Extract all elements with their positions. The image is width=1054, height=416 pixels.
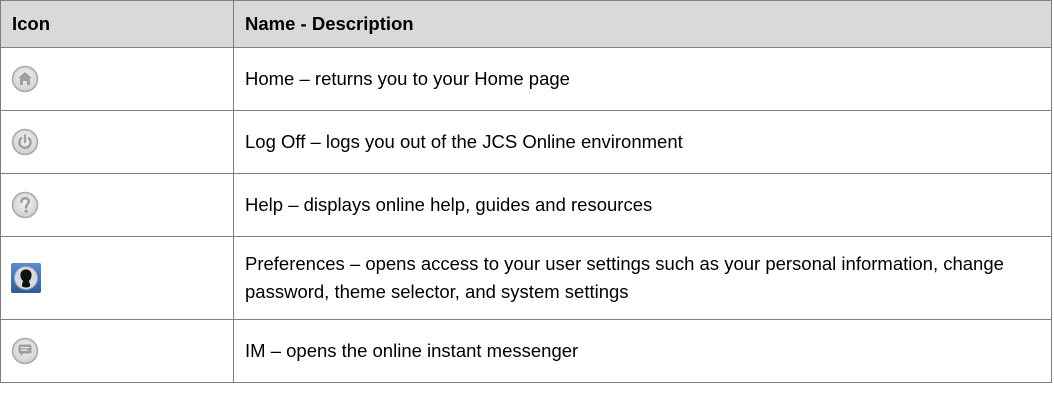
- icon-cell: [0, 173, 234, 237]
- help-icon: [11, 191, 39, 219]
- power-icon: [11, 128, 39, 156]
- icon-cell: [0, 110, 234, 174]
- description-cell: Home – returns you to your Home page: [233, 47, 1052, 111]
- table-header-row: Icon Name - Description: [0, 0, 1052, 48]
- description-cell: IM – opens the online instant messenger: [233, 319, 1052, 383]
- icon-cell: [0, 236, 234, 320]
- table-row: Preferences – opens access to your user …: [0, 236, 1052, 320]
- user-silhouette-icon: [11, 263, 41, 293]
- table-row: Help – displays online help, guides and …: [0, 173, 1052, 237]
- icon-cell: [0, 47, 234, 111]
- description-column-header: Name - Description: [233, 0, 1052, 48]
- table-row: IM – opens the online instant messenger: [0, 319, 1052, 383]
- description-cell: Log Off – logs you out of the JCS Online…: [233, 110, 1052, 174]
- table-row: Home – returns you to your Home page: [0, 47, 1052, 111]
- description-cell: Preferences – opens access to your user …: [233, 236, 1052, 320]
- description-cell: Help – displays online help, guides and …: [233, 173, 1052, 237]
- icon-reference-table-wrapper: Icon Name - Description Home – returns y…: [0, 0, 1052, 414]
- icon-column-header: Icon: [0, 0, 234, 48]
- chat-bubble-icon: [11, 337, 39, 365]
- icon-reference-table: Icon Name - Description Home – returns y…: [0, 0, 1052, 383]
- home-icon: [11, 65, 39, 93]
- icon-cell: [0, 319, 234, 383]
- table-row: Log Off – logs you out of the JCS Online…: [0, 110, 1052, 174]
